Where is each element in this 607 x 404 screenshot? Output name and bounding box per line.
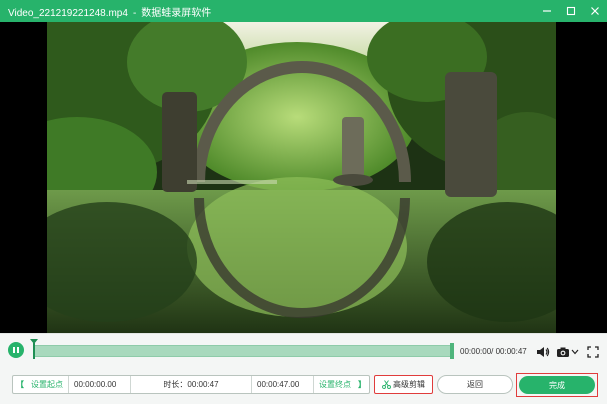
speaker-icon [537,347,550,357]
duration-display: 时长：00:00:47 [131,376,252,393]
done-button[interactable]: 完成 [519,376,595,394]
maximize-icon [566,6,576,16]
end-bracket: 】 [358,380,366,389]
playhead-marker-icon[interactable] [30,339,38,359]
done-label: 完成 [549,380,565,390]
pause-button[interactable] [8,342,24,358]
fullscreen-button[interactable] [587,345,599,359]
advanced-cut-label: 高级剪辑 [393,380,425,389]
file-name: Video_221219221248.mp4 [8,7,128,19]
minimize-button[interactable] [535,0,559,22]
set-end-button[interactable]: 设置终点 [314,376,356,393]
control-panel: 00:00:00/ 00:00:47 【 设置起点 00:00:00.00 时长… [0,333,607,404]
back-button[interactable]: 返回 [437,375,513,394]
snapshot-button[interactable] [556,345,570,359]
timeline-track[interactable] [33,345,453,357]
snapshot-options-button[interactable] [571,345,579,359]
video-preview[interactable] [0,22,607,333]
start-bracket: 【 [16,380,24,389]
volume-button[interactable] [536,345,550,359]
window-title: Video_221219221248.mp4- 数据蛙录屏软件 [0,4,211,19]
start-time-field[interactable]: 00:00:00.00 [69,376,131,393]
back-label: 返回 [467,380,483,389]
video-frame [47,22,556,333]
fullscreen-icon [587,346,599,358]
app-name: 数据蛙录屏软件 [141,7,212,19]
timeline-end-handle[interactable] [450,343,454,359]
minimize-icon [543,10,551,12]
close-icon [591,7,599,15]
close-button[interactable] [583,0,607,22]
trim-controls: 【 设置起点 00:00:00.00 时长：00:00:47 00:00:47.… [12,375,370,394]
camera-icon [557,347,569,357]
maximize-button[interactable] [559,0,583,22]
set-start-button[interactable]: 设置起点 [26,376,69,393]
title-separator: - [132,7,137,19]
chevron-down-icon [571,349,579,355]
trim-field-group: 【 设置起点 00:00:00.00 时长：00:00:47 00:00:47.… [12,375,370,394]
advanced-cut-button[interactable]: 高级剪辑 [374,375,433,394]
pause-icon [12,347,20,353]
title-bar: Video_221219221248.mp4- 数据蛙录屏软件 [0,0,607,22]
scissors-icon [382,380,391,389]
time-display: 00:00:00/ 00:00:47 [460,347,527,356]
end-time-field[interactable]: 00:00:47.00 [252,376,314,393]
window-controls [535,0,607,22]
